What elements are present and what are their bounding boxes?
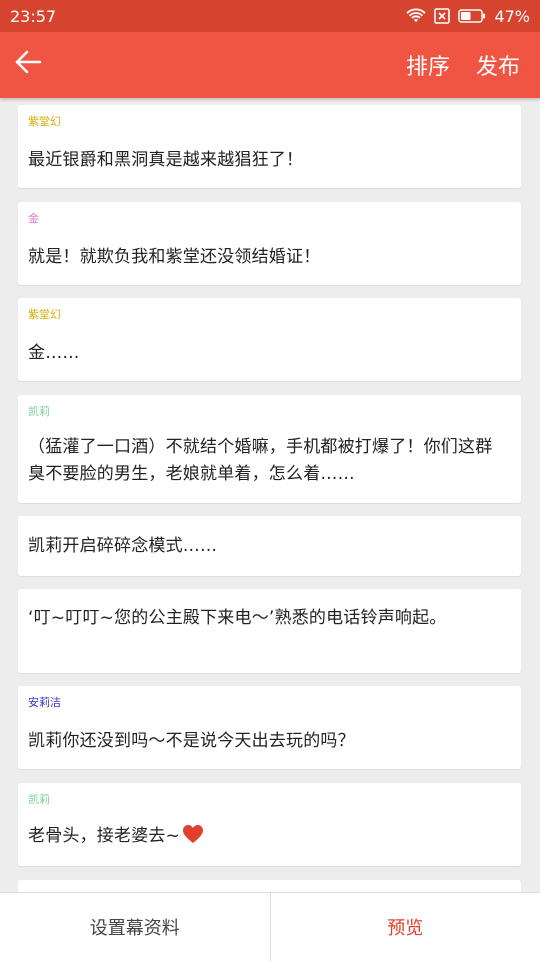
- speaker-name: 金: [28, 212, 39, 226]
- wifi-icon: [406, 8, 426, 24]
- message-card[interactable]: 凯莉开启碎碎念模式……: [18, 516, 521, 576]
- message-card[interactable]: 凯莉 老骨头，接老婆去~: [18, 783, 521, 866]
- speaker-name: 紫堂幻: [28, 115, 61, 129]
- message-text: 老骨头，接老婆去~: [28, 823, 509, 853]
- message-card[interactable]: 紫堂幻 金……: [18, 298, 521, 381]
- message-card[interactable]: [18, 880, 521, 892]
- message-card[interactable]: 凯莉 （猛灌了一口酒）不就结个婚嘛，手机都被打爆了！你们这群臭不要脸的男生，老娘…: [18, 395, 521, 503]
- message-card[interactable]: 安莉洁 凯莉你还没到吗～不是说今天出去玩的吗？: [18, 686, 521, 769]
- message-text: 金……: [28, 340, 509, 367]
- arrow-left-icon: [13, 47, 43, 81]
- back-button[interactable]: [8, 44, 48, 84]
- publish-button[interactable]: 发布: [476, 49, 520, 81]
- message-list[interactable]: 紫堂幻 最近银爵和黑洞真是越来越猖狂了！ 金 就是！就欺负我和紫堂还没领结婚证！…: [0, 98, 540, 892]
- message-text: 最近银爵和黑洞真是越来越猖狂了！: [28, 147, 509, 174]
- message-card[interactable]: 金 就是！就欺负我和紫堂还没领结婚证！: [18, 202, 521, 285]
- message-text: ‘叮~叮叮~您的公主殿下来电～’熟悉的电话铃声响起。: [28, 605, 509, 632]
- message-card[interactable]: ‘叮~叮叮~您的公主殿下来电～’熟悉的电话铃声响起。: [18, 589, 521, 673]
- message-text: （猛灌了一口酒）不就结个婚嘛，手机都被打爆了！你们这群臭不要脸的男生，老娘就单着…: [28, 434, 509, 488]
- message-text-content: 老骨头，接老婆去~: [28, 826, 180, 846]
- speaker-name: 紫堂幻: [28, 308, 61, 322]
- message-card[interactable]: 紫堂幻 最近银爵和黑洞真是越来越猖狂了！: [18, 105, 521, 188]
- status-time: 23:57: [10, 7, 56, 26]
- bottom-bar: 设置幕资料 预览: [0, 892, 540, 961]
- message-text: 就是！就欺负我和紫堂还没领结婚证！: [28, 244, 509, 271]
- header-actions: 排序 发布: [406, 32, 520, 98]
- settings-button[interactable]: 设置幕资料: [0, 893, 270, 961]
- status-bar: 23:57 47%: [0, 0, 540, 32]
- message-text: 凯莉开启碎碎念模式……: [28, 533, 509, 560]
- speaker-name: 安莉洁: [28, 696, 61, 710]
- app-header: 排序 发布: [0, 32, 540, 98]
- speaker-name: 凯莉: [28, 405, 50, 419]
- preview-button[interactable]: 预览: [271, 893, 540, 961]
- sort-button[interactable]: 排序: [406, 49, 450, 81]
- message-text: 凯莉你还没到吗～不是说今天出去玩的吗？: [28, 728, 509, 755]
- speaker-name: 凯莉: [28, 793, 50, 807]
- battery-icon: [458, 9, 486, 23]
- heart-icon: [182, 824, 204, 853]
- sim-off-icon: [434, 8, 450, 24]
- battery-percent: 47%: [494, 7, 530, 26]
- status-icons: 47%: [406, 7, 530, 26]
